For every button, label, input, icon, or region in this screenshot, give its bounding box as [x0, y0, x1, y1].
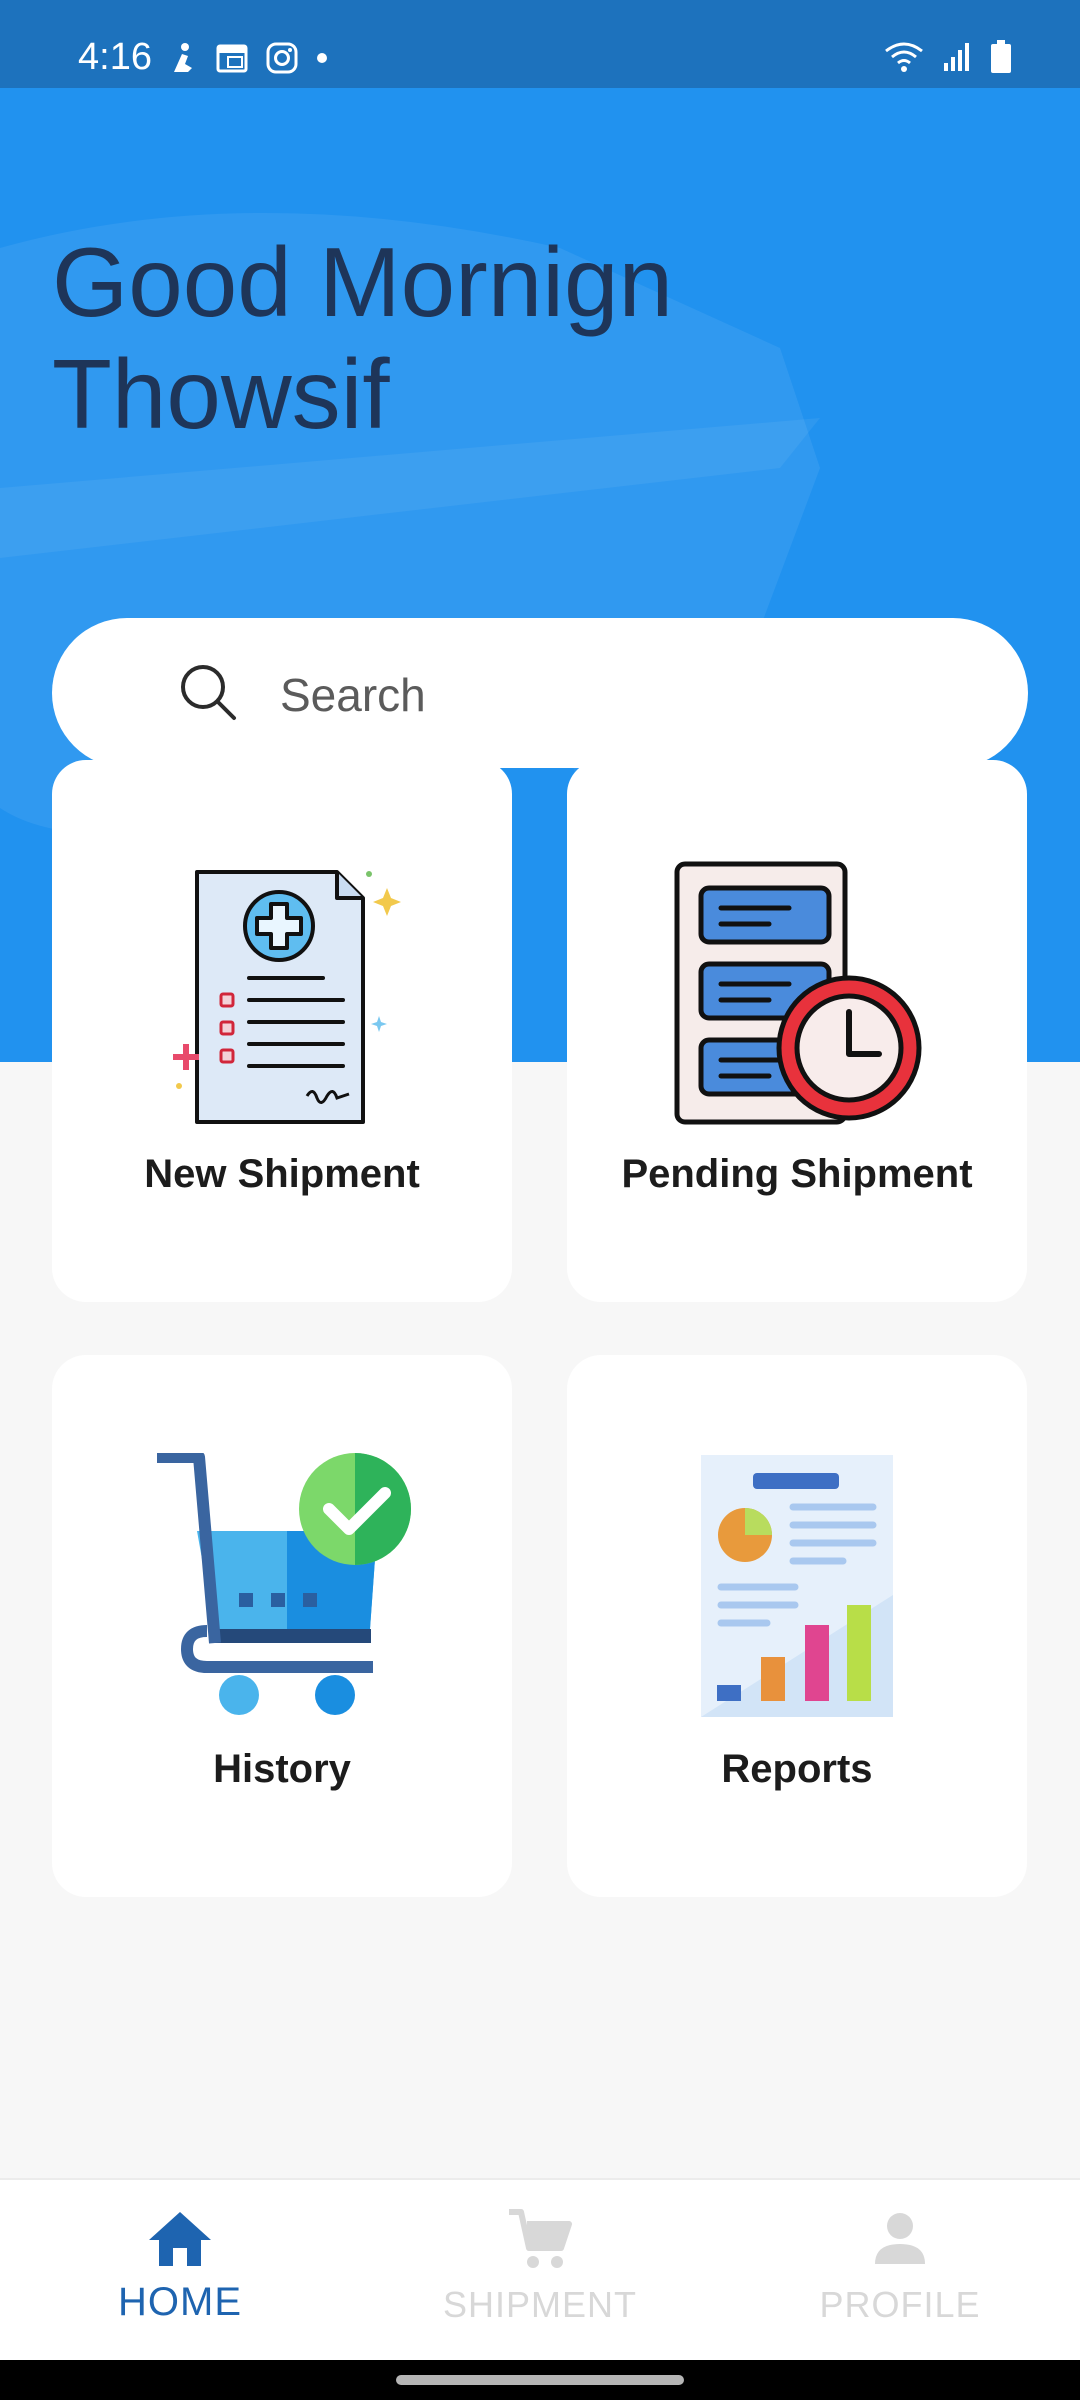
gesture-handle[interactable] [396, 2375, 684, 2385]
new-shipment-card[interactable]: New Shipment [52, 760, 512, 1302]
new-shipment-label: New Shipment [144, 1152, 420, 1196]
gesture-bar [0, 2360, 1080, 2400]
user-name: Thowsif [52, 339, 390, 449]
status-bar: 4:16 [0, 0, 1080, 88]
nav-shipment-label: SHIPMENT [442, 2284, 637, 2325]
search-input[interactable]: Search [280, 668, 426, 722]
search-icon [181, 665, 236, 720]
home-icon [149, 2212, 211, 2266]
pending-shipment-label: Pending Shipment [621, 1152, 973, 1196]
nav-home-label: HOME [118, 2280, 242, 2324]
nav-profile-label: PROFILE [819, 2284, 981, 2325]
nav-profile[interactable]: PROFILE [720, 2180, 1080, 2362]
cart-icon [509, 2209, 572, 2268]
search-bar[interactable]: Search [52, 618, 1028, 768]
medical-document-icon [173, 870, 401, 1124]
dot-icon [317, 53, 327, 63]
instagram-icon [266, 42, 298, 74]
greeting-heading: Good Mornign Thowsif [52, 226, 1052, 450]
pending-documents-clock-icon [674, 861, 922, 1125]
wifi-icon [885, 42, 923, 72]
pending-shipment-card[interactable]: Pending Shipment [567, 760, 1027, 1302]
status-left-icons [168, 42, 328, 74]
greeting-line: Good Mornign [52, 227, 674, 337]
status-time: 4:16 [78, 36, 152, 78]
accessibility-icon [174, 43, 192, 72]
history-label: History [213, 1747, 351, 1791]
report-chart-icon [701, 1455, 893, 1717]
reports-label: Reports [721, 1747, 873, 1791]
signal-icon [944, 43, 969, 71]
history-card[interactable]: History [52, 1355, 512, 1897]
bottom-navigation: HOME SHIPMENT PROFILE [0, 2178, 1080, 2360]
nav-shipment[interactable]: SHIPMENT [360, 2180, 720, 2362]
shopping-cart-check-icon [157, 1453, 411, 1715]
calendar-icon [216, 44, 248, 73]
reports-card[interactable]: Reports [567, 1355, 1027, 1897]
battery-icon [991, 40, 1011, 73]
nav-home[interactable]: HOME [0, 2180, 360, 2362]
person-icon [875, 2213, 925, 2264]
status-right-icons [884, 40, 1012, 74]
